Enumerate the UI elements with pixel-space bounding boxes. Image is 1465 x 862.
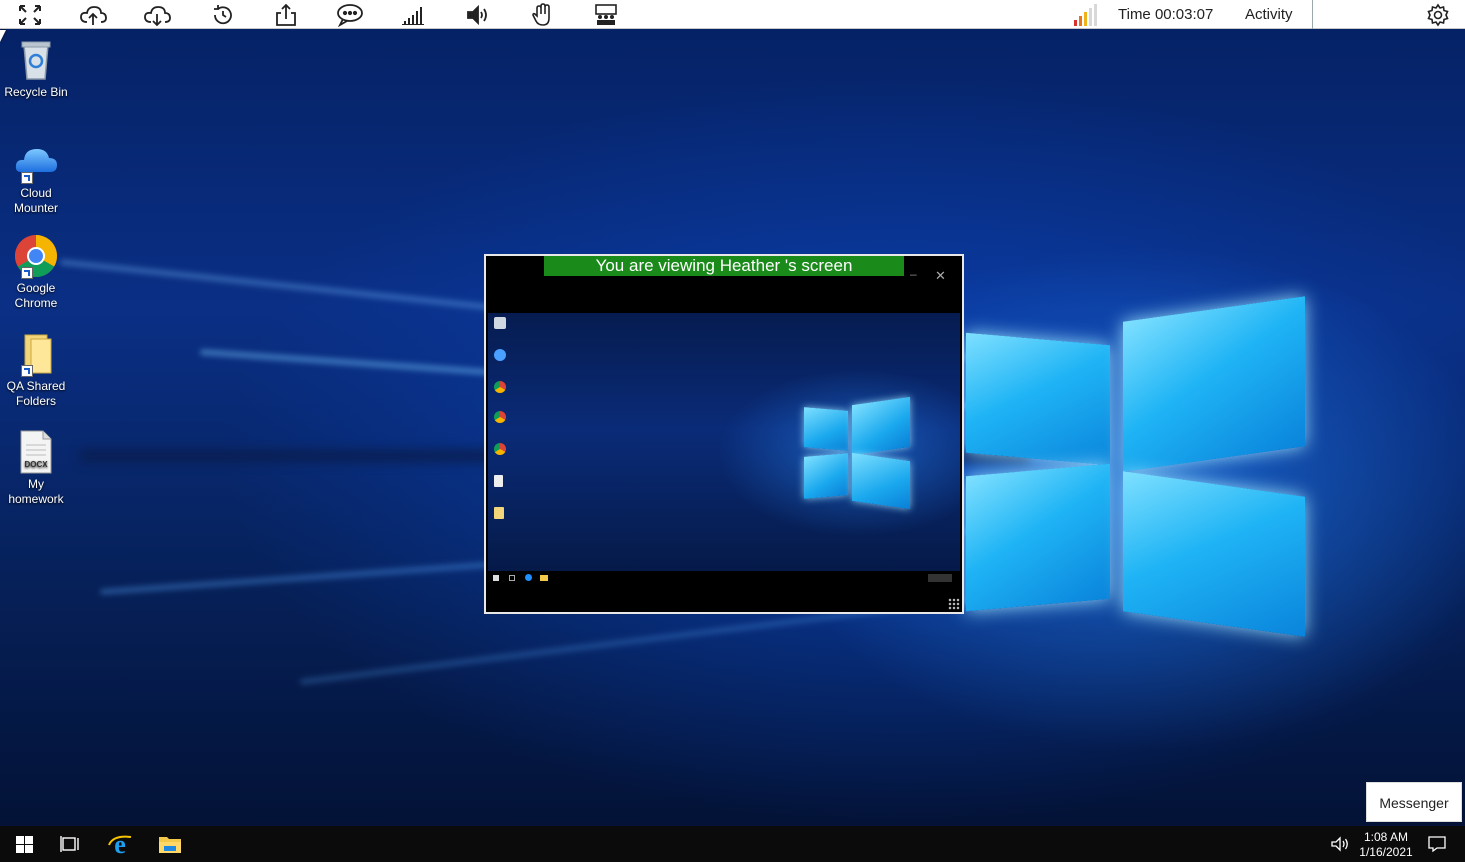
- shortcut-arrow-icon: [21, 267, 33, 279]
- presenter-icon[interactable]: [589, 1, 623, 28]
- clock-time: 1:08 AM: [1363, 830, 1409, 844]
- mini-recycle-bin-icon: [494, 317, 506, 329]
- chrome-icon: [13, 233, 59, 279]
- raise-hand-icon[interactable]: [525, 1, 559, 28]
- desktop-icon-label: Cloud Mounter: [13, 186, 59, 215]
- resize-grip-icon[interactable]: [948, 598, 960, 610]
- minimize-button[interactable]: –: [910, 267, 917, 281]
- mini-chrome-icon: [494, 381, 506, 393]
- internet-explorer-button[interactable]: e: [96, 826, 144, 862]
- connection-strength-icon: [1073, 4, 1099, 26]
- desktop-icon-label: Recycle Bin: [4, 85, 68, 99]
- desktop-icon-label: Google Chrome: [14, 281, 58, 310]
- task-view-icon: [60, 836, 79, 852]
- gear-icon[interactable]: [1421, 1, 1455, 28]
- docx-badge: DOCX: [24, 460, 48, 469]
- remote-taskbar-preview: [488, 571, 960, 585]
- desktop-icon-google-chrome[interactable]: Google Chrome: [2, 233, 70, 311]
- mini-cloud-icon: [494, 349, 506, 361]
- windows-logo-pane: [966, 332, 1110, 466]
- clock-date: 1/16/2021: [1359, 845, 1413, 859]
- file-explorer-button[interactable]: [146, 826, 194, 862]
- desktop-icon-label: QA Shared Folders: [6, 379, 66, 408]
- docx-file-icon: DOCX: [13, 429, 59, 475]
- desktop-icon-recycle-bin[interactable]: Recycle Bin: [2, 37, 70, 100]
- viewing-banner: You are viewing Heather 's screen: [544, 256, 904, 276]
- mini-clock: [928, 574, 952, 582]
- signal-bars-icon[interactable]: [397, 1, 431, 28]
- notification-icon[interactable]: [1428, 835, 1446, 853]
- top-toolbar: Time 00:03:07 Activity: [0, 0, 1465, 29]
- session-timer: Time 00:03:07: [1118, 6, 1214, 23]
- desktop-icon-label: My homework: [8, 477, 64, 506]
- chat-icon[interactable]: [333, 1, 367, 28]
- cloud-download-icon[interactable]: [140, 1, 174, 28]
- desktop-icon-cloud-mounter[interactable]: Cloud Mounter: [2, 138, 70, 216]
- shortcut-arrow-icon: [21, 365, 33, 377]
- remote-desktop-preview: [488, 313, 960, 571]
- mini-ie-icon: [525, 574, 532, 581]
- desktop-icon-qa-shared-folders[interactable]: QA Shared Folders: [2, 331, 70, 409]
- cloud-icon: [13, 138, 59, 184]
- mini-chrome-icon: [494, 443, 506, 455]
- mini-folder-icon: [494, 507, 504, 519]
- windows-start-icon: [15, 835, 33, 853]
- folder-icon: [13, 331, 59, 377]
- mini-explorer-icon: [540, 575, 548, 581]
- activity-button[interactable]: Activity: [1245, 6, 1293, 23]
- close-button[interactable]: ✕: [935, 268, 946, 284]
- start-button[interactable]: [0, 826, 48, 862]
- fullscreen-icon[interactable]: [13, 1, 47, 28]
- share-icon[interactable]: [269, 1, 303, 28]
- svg-text:e: e: [114, 831, 126, 857]
- volume-icon[interactable]: [461, 1, 495, 28]
- taskbar-clock[interactable]: 1:08 AM 1/16/2021: [1355, 830, 1417, 860]
- windows-taskbar: e 1:08 AM 1/16/2021: [0, 826, 1465, 862]
- file-explorer-icon: [159, 837, 181, 853]
- screen-viewer-window[interactable]: You are viewing Heather 's screen – ✕: [484, 254, 964, 614]
- mini-start-icon: [493, 575, 499, 581]
- mini-task-view-icon: [509, 575, 515, 581]
- desktop-icon-my-homework[interactable]: DOCX My homework: [2, 429, 70, 507]
- internet-explorer-icon: e: [108, 831, 132, 857]
- windows-logo-pane: [1123, 296, 1305, 472]
- recycle-bin-icon: [13, 37, 59, 83]
- mini-chrome-icon: [494, 411, 506, 423]
- shortcut-arrow-icon: [21, 172, 33, 184]
- toolbar-divider: [1312, 0, 1313, 29]
- cloud-upload-icon[interactable]: [76, 1, 110, 28]
- mini-document-icon: [494, 475, 503, 487]
- messenger-button[interactable]: Messenger: [1366, 782, 1462, 822]
- speaker-icon[interactable]: [1330, 835, 1350, 853]
- task-view-button[interactable]: [46, 826, 94, 862]
- windows-logo-pane: [1123, 471, 1305, 637]
- windows-logo-pane: [966, 463, 1110, 612]
- history-icon[interactable]: [205, 1, 239, 28]
